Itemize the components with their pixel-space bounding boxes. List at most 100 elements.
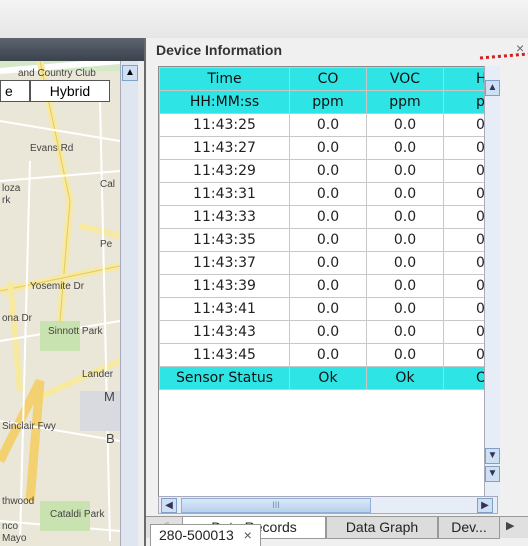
- co-cell: 0.0: [289, 297, 367, 321]
- map-panel: and Country Club Evans Rd loza rk Cal Pe…: [0, 38, 144, 546]
- chevron-down-icon[interactable]: ▼: [485, 448, 500, 464]
- status-badge: Ok: [366, 366, 444, 390]
- map-panel-header: [0, 38, 144, 61]
- table-row[interactable]: 11:43:410.00.00.2: [159, 297, 497, 321]
- co-cell: 0.0: [289, 343, 367, 367]
- device-information-panel: Device Information × Time CO VOC H2S HH:…: [144, 38, 528, 546]
- column-header[interactable]: Time: [159, 67, 290, 91]
- voc-cell: 0.0: [366, 228, 444, 252]
- unit-cell: ppm: [366, 90, 444, 114]
- map-roads: [0, 61, 120, 546]
- close-icon[interactable]: ×: [244, 527, 252, 543]
- grid-horizontal-scrollbar[interactable]: ◀ III ▶: [158, 496, 498, 514]
- time-cell: 11:43:25: [159, 113, 290, 137]
- tab-data-graph[interactable]: Data Graph: [326, 517, 438, 539]
- column-header[interactable]: VOC: [366, 67, 444, 91]
- voc-cell: 0.0: [366, 205, 444, 229]
- map-label: Mayo: [2, 533, 27, 544]
- time-cell: 11:43:45: [159, 343, 290, 367]
- grid-vertical-scrollbar[interactable]: ▲ ▼ ▼: [484, 66, 500, 498]
- co-cell: 0.0: [289, 205, 367, 229]
- chevron-up-icon[interactable]: ▲: [122, 65, 138, 81]
- map-label: Sinclair Fwy: [2, 421, 56, 432]
- data-table: Time CO VOC H2S HH:MM:ss ppm ppm ppm 11:…: [159, 67, 497, 390]
- time-cell: 11:43:41: [159, 297, 290, 321]
- table-row[interactable]: 11:43:310.00.00.0: [159, 182, 497, 206]
- voc-cell: 0.0: [366, 343, 444, 367]
- co-cell: 0.0: [289, 320, 367, 344]
- map-label: Pe: [100, 239, 113, 250]
- map-label: Sinnott Park: [48, 326, 103, 337]
- units-row: HH:MM:ss ppm ppm ppm: [159, 90, 497, 114]
- map-label: ona Dr: [2, 313, 33, 324]
- map-label: and Country Club: [18, 68, 96, 79]
- scroll-thumb[interactable]: III: [181, 498, 371, 513]
- status-badge: Ok: [289, 366, 367, 390]
- map-scrollbar[interactable]: ▲: [120, 61, 138, 546]
- chevron-left-icon[interactable]: ◀: [161, 498, 177, 513]
- document-tab-label: 280-500013: [159, 527, 234, 543]
- top-toolbar: [0, 0, 528, 38]
- map-label: Cal: [100, 179, 116, 190]
- table-row[interactable]: 11:43:330.00.00.3: [159, 205, 497, 229]
- column-header-row: Time CO VOC H2S: [159, 67, 497, 91]
- map-label: Evans Rd: [30, 143, 74, 154]
- table-row[interactable]: 11:43:370.00.00.0: [159, 251, 497, 275]
- map-label: Lander: [82, 369, 114, 380]
- voc-cell: 0.0: [366, 136, 444, 160]
- table-row[interactable]: 11:43:430.00.00.2: [159, 320, 497, 344]
- chevron-up-icon[interactable]: ▲: [485, 80, 500, 96]
- table-row[interactable]: 11:43:450.00.00.1: [159, 343, 497, 367]
- co-cell: 0.0: [289, 136, 367, 160]
- time-cell: 11:43:31: [159, 182, 290, 206]
- map-label: M: [104, 389, 115, 404]
- time-cell: 11:43:27: [159, 136, 290, 160]
- map-label: nco: [2, 521, 19, 532]
- unit-cell: ppm: [289, 90, 367, 114]
- map-type-tabs: e Hybrid: [0, 80, 110, 102]
- table-row[interactable]: 11:43:250.00.00.1: [159, 113, 497, 137]
- time-cell: 11:43:37: [159, 251, 290, 275]
- chevron-right-icon[interactable]: ▶: [477, 498, 493, 513]
- time-cell: 11:43:33: [159, 205, 290, 229]
- data-records-grid[interactable]: Time CO VOC H2S HH:MM:ss ppm ppm ppm 11:…: [158, 66, 498, 498]
- voc-cell: 0.0: [366, 274, 444, 298]
- map-view[interactable]: and Country Club Evans Rd loza rk Cal Pe…: [0, 61, 120, 546]
- document-tab[interactable]: 280-500013 ×: [150, 524, 261, 546]
- co-cell: 0.0: [289, 228, 367, 252]
- panel-title: Device Information: [156, 42, 283, 58]
- drag-indicator-dots: [479, 52, 528, 60]
- sensor-status-row: Sensor Status Ok Ok Ok: [159, 366, 497, 390]
- table-row[interactable]: 11:43:290.00.00.1: [159, 159, 497, 183]
- column-header[interactable]: CO: [289, 67, 367, 91]
- voc-cell: 0.0: [366, 297, 444, 321]
- tab-scroll-right-icon[interactable]: ▶: [506, 519, 514, 532]
- map-type-tab[interactable]: e: [0, 80, 30, 102]
- map-label: rk: [2, 195, 11, 206]
- voc-cell: 0.0: [366, 320, 444, 344]
- table-row[interactable]: 11:43:390.00.00.0: [159, 274, 497, 298]
- co-cell: 0.0: [289, 274, 367, 298]
- app-window: and Country Club Evans Rd loza rk Cal Pe…: [0, 0, 528, 546]
- status-label: Sensor Status: [159, 366, 290, 390]
- map-label: Cataldi Park: [50, 509, 105, 520]
- table-row[interactable]: 11:43:350.00.00.2: [159, 228, 497, 252]
- map-label: loza: [2, 183, 21, 194]
- co-cell: 0.0: [289, 113, 367, 137]
- unit-cell: HH:MM:ss: [159, 90, 290, 114]
- table-row[interactable]: 11:43:270.00.00.3: [159, 136, 497, 160]
- voc-cell: 0.0: [366, 182, 444, 206]
- co-cell: 0.0: [289, 251, 367, 275]
- voc-cell: 0.0: [366, 159, 444, 183]
- chevron-down-icon[interactable]: ▼: [485, 466, 500, 482]
- co-cell: 0.0: [289, 159, 367, 183]
- tab-device[interactable]: Dev...: [438, 517, 500, 539]
- map-label: B: [106, 431, 115, 446]
- time-cell: 11:43:35: [159, 228, 290, 252]
- time-cell: 11:43:29: [159, 159, 290, 183]
- map-type-tab-hybrid[interactable]: Hybrid: [30, 80, 110, 102]
- map-label: thwood: [2, 496, 35, 507]
- co-cell: 0.0: [289, 182, 367, 206]
- time-cell: 11:43:43: [159, 320, 290, 344]
- map-label: Yosemite Dr: [30, 281, 85, 292]
